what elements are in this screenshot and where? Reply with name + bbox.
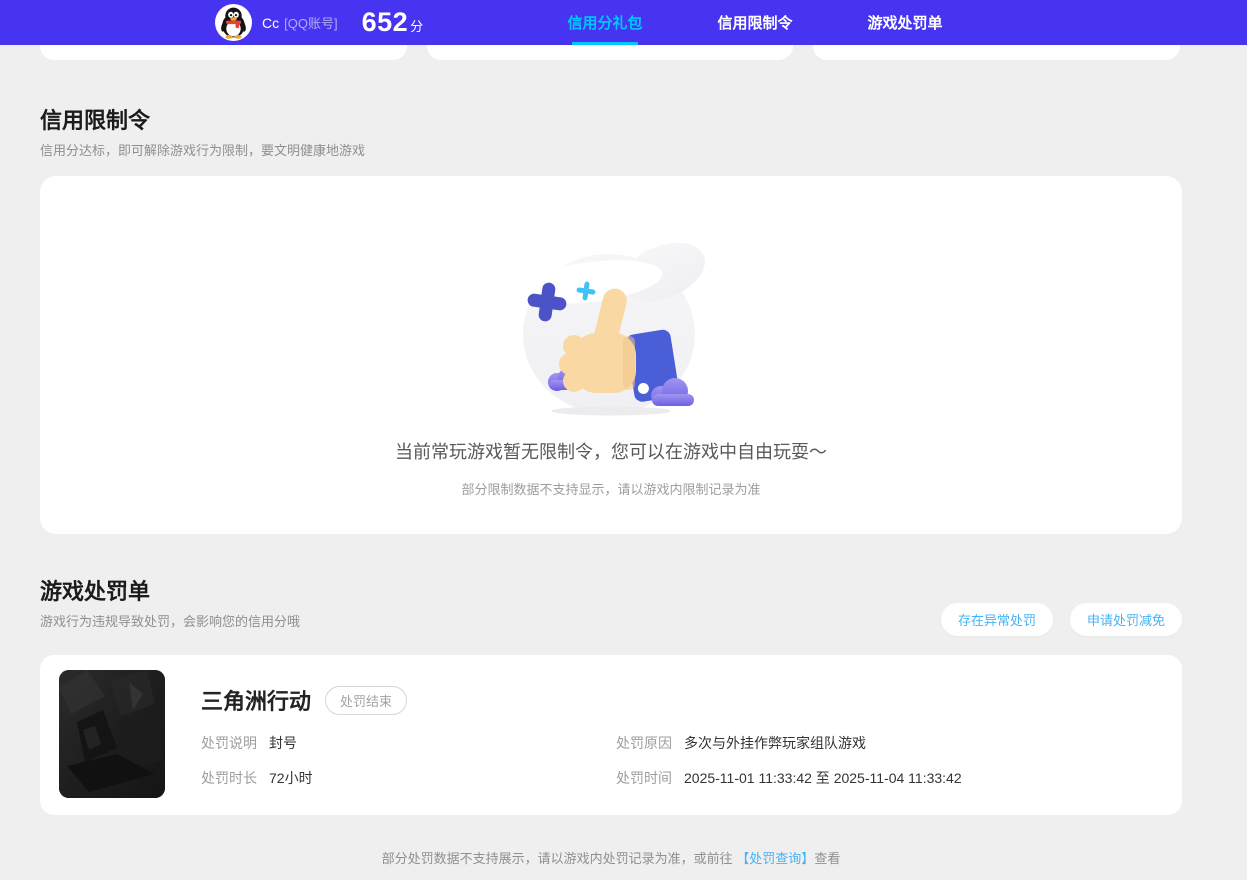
card-stub bbox=[426, 45, 794, 60]
field-label: 处罚时间 bbox=[616, 770, 672, 786]
status-badge: 处罚结束 bbox=[325, 685, 408, 715]
empty-state-message: 当前常玩游戏暂无限制令，您可以在游戏中自由玩耍～ bbox=[395, 442, 827, 462]
field-value: 封号 bbox=[269, 735, 297, 751]
penalty-actions: 存在异常处罚 申请处罚减免 bbox=[940, 603, 1182, 636]
credit-score-value: 652 bbox=[361, 7, 409, 37]
penalty-section-header: 游戏处罚单 游戏行为违规导致处罚，会影响您的信用分哦 存在异常处罚 申请处罚减免 bbox=[40, 579, 1182, 636]
credit-score: 652 分 bbox=[362, 7, 424, 38]
field-value: 多次与外挂作弊玩家组队游戏 bbox=[684, 735, 866, 751]
field-value: 72小时 bbox=[269, 770, 313, 786]
penalty-footer-note: 部分处罚数据不支持展示，请以游戏内处罚记录为准，或前往 【处罚查询】查看 bbox=[40, 848, 1182, 867]
field-label: 处罚原因 bbox=[616, 735, 672, 751]
user-block: Cc [QQ账号] 652 分 bbox=[215, 4, 423, 41]
penalty-section: 游戏处罚单 游戏行为违规导致处罚，会影响您的信用分哦 存在异常处罚 申请处罚减免 bbox=[40, 579, 1182, 867]
field-value: 2025-11-01 11:33:42 至 2025-11-04 11:33:4… bbox=[684, 770, 962, 786]
penalty-record-info: 三角洲行动 处罚结束 处罚说明 封号 处罚原因 多次与外挂作弊玩家组队游戏 处罚… bbox=[201, 670, 1162, 800]
top-nav: Cc [QQ账号] 652 分 信用分礼包 信用限制令 游戏处罚单 bbox=[0, 0, 1247, 45]
qq-penguin-icon bbox=[221, 7, 246, 39]
restriction-section-subtitle: 信用分达标，即可解除游戏行为限制，要文明健康地游戏 bbox=[40, 143, 366, 158]
penalty-section-title: 游戏处罚单 bbox=[40, 579, 151, 604]
penalty-field-reason: 处罚原因 多次与外挂作弊玩家组队游戏 bbox=[616, 733, 1162, 753]
penalty-field-time: 处罚时间 2025-11-01 11:33:42 至 2025-11-04 11… bbox=[616, 768, 1162, 788]
field-label: 处罚说明 bbox=[201, 735, 257, 751]
avatar bbox=[215, 4, 252, 41]
nav-tabs: 信用分礼包 信用限制令 游戏处罚单 bbox=[530, 0, 980, 45]
restriction-section-title: 信用限制令 bbox=[40, 108, 151, 133]
game-title: 三角洲行动 bbox=[201, 689, 312, 714]
penalty-query-link[interactable]: 【处罚查询】 bbox=[736, 851, 814, 866]
field-label: 处罚时长 bbox=[201, 770, 257, 786]
game-thumbnail bbox=[59, 670, 165, 798]
thumbs-up-illustration bbox=[519, 242, 705, 416]
credit-score-unit: 分 bbox=[410, 19, 424, 34]
abnormal-penalty-button[interactable]: 存在异常处罚 bbox=[940, 603, 1053, 636]
footer-note-suffix: 查看 bbox=[814, 851, 841, 866]
restriction-empty-card: 当前常玩游戏暂无限制令，您可以在游戏中自由玩耍～ 部分限制数据不支持显示，请以游… bbox=[40, 176, 1182, 534]
penalty-field-duration: 处罚时长 72小时 bbox=[201, 768, 616, 788]
account-type-label: [QQ账号] bbox=[284, 16, 338, 31]
tab-game-penalty[interactable]: 游戏处罚单 bbox=[830, 0, 980, 45]
card-stub bbox=[813, 45, 1181, 60]
footer-note-prefix: 部分处罚数据不支持展示，请以游戏内处罚记录为准，或前往 bbox=[381, 851, 737, 866]
top-card-stubs bbox=[40, 45, 1181, 60]
empty-state-note: 部分限制数据不支持显示，请以游戏内限制记录为准 bbox=[461, 482, 761, 497]
penalty-record-card: 三角洲行动 处罚结束 处罚说明 封号 处罚原因 多次与外挂作弊玩家组队游戏 处罚… bbox=[40, 655, 1182, 815]
penalty-field-description: 处罚说明 封号 bbox=[201, 733, 616, 753]
penalty-reduction-button[interactable]: 申请处罚减免 bbox=[1069, 603, 1182, 636]
tab-credit-gift[interactable]: 信用分礼包 bbox=[530, 0, 680, 45]
user-name: Cc bbox=[262, 14, 280, 31]
card-stub bbox=[40, 45, 407, 60]
record-title-row: 三角洲行动 处罚结束 bbox=[201, 684, 1162, 716]
penalty-fields: 处罚说明 封号 处罚原因 多次与外挂作弊玩家组队游戏 处罚时长 72小时 处罚时… bbox=[201, 733, 1162, 788]
tab-credit-restriction[interactable]: 信用限制令 bbox=[680, 0, 830, 45]
main-content: 信用限制令 信用分达标，即可解除游戏行为限制，要文明健康地游戏 当前常玩游戏暂无… bbox=[40, 60, 1182, 867]
restriction-section: 信用限制令 信用分达标，即可解除游戏行为限制，要文明健康地游戏 当前常玩游戏暂无… bbox=[40, 108, 1182, 534]
